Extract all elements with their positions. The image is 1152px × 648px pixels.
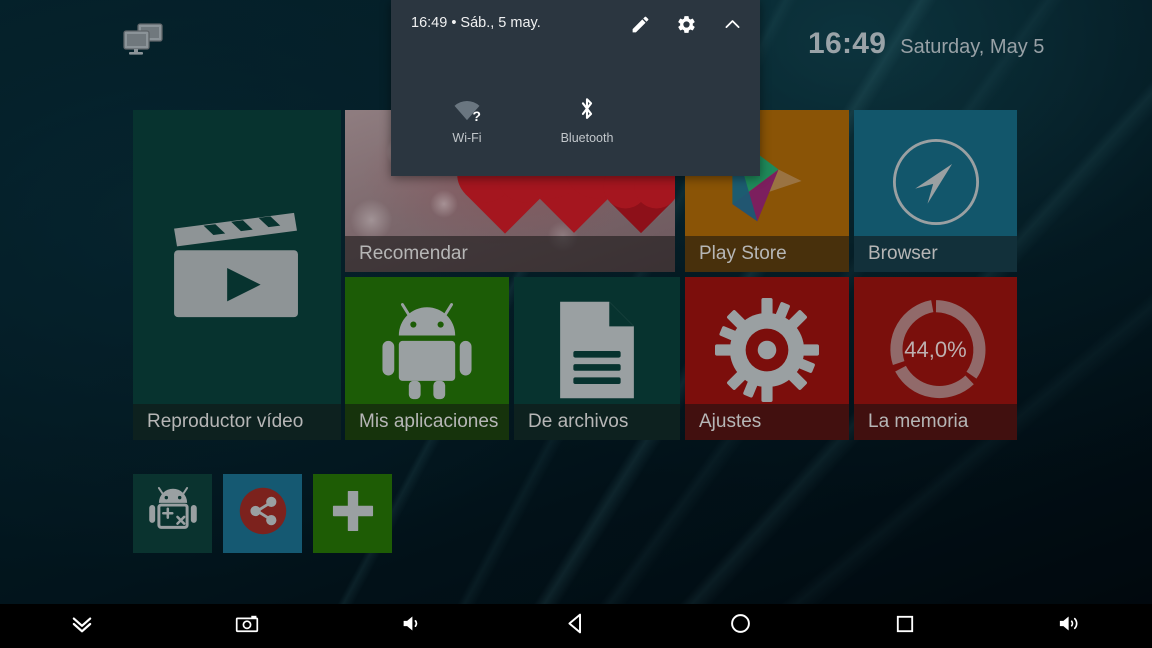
- network-computers-icon: [122, 22, 164, 56]
- chevron-up-icon[interactable]: [720, 12, 744, 36]
- notifications-pulldown-button[interactable]: [0, 604, 165, 648]
- edit-icon[interactable]: [628, 12, 652, 36]
- clock-time: 16:49: [808, 27, 887, 60]
- tile-reproductor-video[interactable]: Reproductor vídeo: [133, 110, 341, 440]
- quick-settings-panel: 16:49 • Sáb., 5 may. ? Wi-Fi Bluetooth: [391, 0, 760, 176]
- tile-label: Recomendar: [345, 236, 675, 272]
- quick-tile-label: Bluetooth: [560, 131, 614, 145]
- tile-label: Reproductor vídeo: [133, 404, 341, 440]
- share-shortcut[interactable]: [223, 474, 302, 553]
- quick-settings-actions: [628, 12, 744, 36]
- camera-icon: [235, 614, 259, 638]
- home-button[interactable]: [658, 604, 823, 648]
- tile-label: De archivos: [514, 404, 680, 440]
- volume-down-button[interactable]: [329, 604, 494, 648]
- tile-label: Mis aplicaciones: [345, 404, 509, 440]
- android-plus-times-icon: [147, 485, 199, 542]
- navigation-bar: [0, 604, 1152, 648]
- tile-mis-aplicaciones[interactable]: Mis aplicaciones: [345, 277, 509, 440]
- tile-la-memoria[interactable]: 44,0% La memoria: [854, 277, 1017, 440]
- tile-browser[interactable]: Browser: [854, 110, 1017, 272]
- share-icon: [234, 482, 292, 545]
- tile-label: Ajustes: [685, 404, 849, 440]
- recents-button[interactable]: [823, 604, 988, 648]
- android-calculator-shortcut[interactable]: [133, 474, 212, 553]
- quick-settings-header: 16:49 • Sáb., 5 may.: [391, 0, 760, 48]
- tile-label: Browser: [854, 236, 1017, 272]
- quick-tile-wifi[interactable]: ? Wi-Fi: [407, 96, 527, 145]
- triangle-back-icon: [565, 612, 588, 640]
- screenshot-button[interactable]: [165, 604, 330, 648]
- quick-tile-label: Wi-Fi: [452, 131, 482, 145]
- bluetooth-icon: [577, 96, 597, 122]
- svg-text:?: ?: [473, 108, 481, 122]
- clock-date: Saturday, May 5: [900, 36, 1045, 58]
- quick-tile-bluetooth[interactable]: Bluetooth: [527, 96, 647, 145]
- add-shortcut[interactable]: [313, 474, 392, 553]
- back-button[interactable]: [494, 604, 659, 648]
- circle-home-icon: [729, 612, 752, 640]
- square-recents-icon: [894, 613, 916, 640]
- quick-settings-tiles: ? Wi-Fi Bluetooth: [391, 96, 760, 145]
- plus-icon: [327, 485, 379, 542]
- speaker-low-icon: [400, 613, 423, 639]
- clock-widget[interactable]: 16:49 Saturday, May 5: [808, 27, 1044, 61]
- android-launcher-screen: 16:49 Saturday, May 5 Reproductor vídeo …: [0, 0, 1152, 648]
- gear-icon[interactable]: [674, 12, 698, 36]
- double-chevron-down-icon: [69, 614, 95, 639]
- tile-ajustes[interactable]: Ajustes: [685, 277, 849, 440]
- tile-de-archivos[interactable]: De archivos: [514, 277, 680, 440]
- volume-up-button[interactable]: [987, 604, 1152, 648]
- speaker-high-icon: [1057, 613, 1082, 639]
- tile-label: La memoria: [854, 404, 1017, 440]
- quick-settings-status-text: 16:49 • Sáb., 5 may.: [411, 15, 541, 31]
- clapperboard-play-icon: [133, 110, 341, 431]
- tile-label: Play Store: [685, 236, 849, 272]
- wifi-question-icon: ?: [452, 96, 482, 122]
- shortcut-row: [133, 474, 392, 553]
